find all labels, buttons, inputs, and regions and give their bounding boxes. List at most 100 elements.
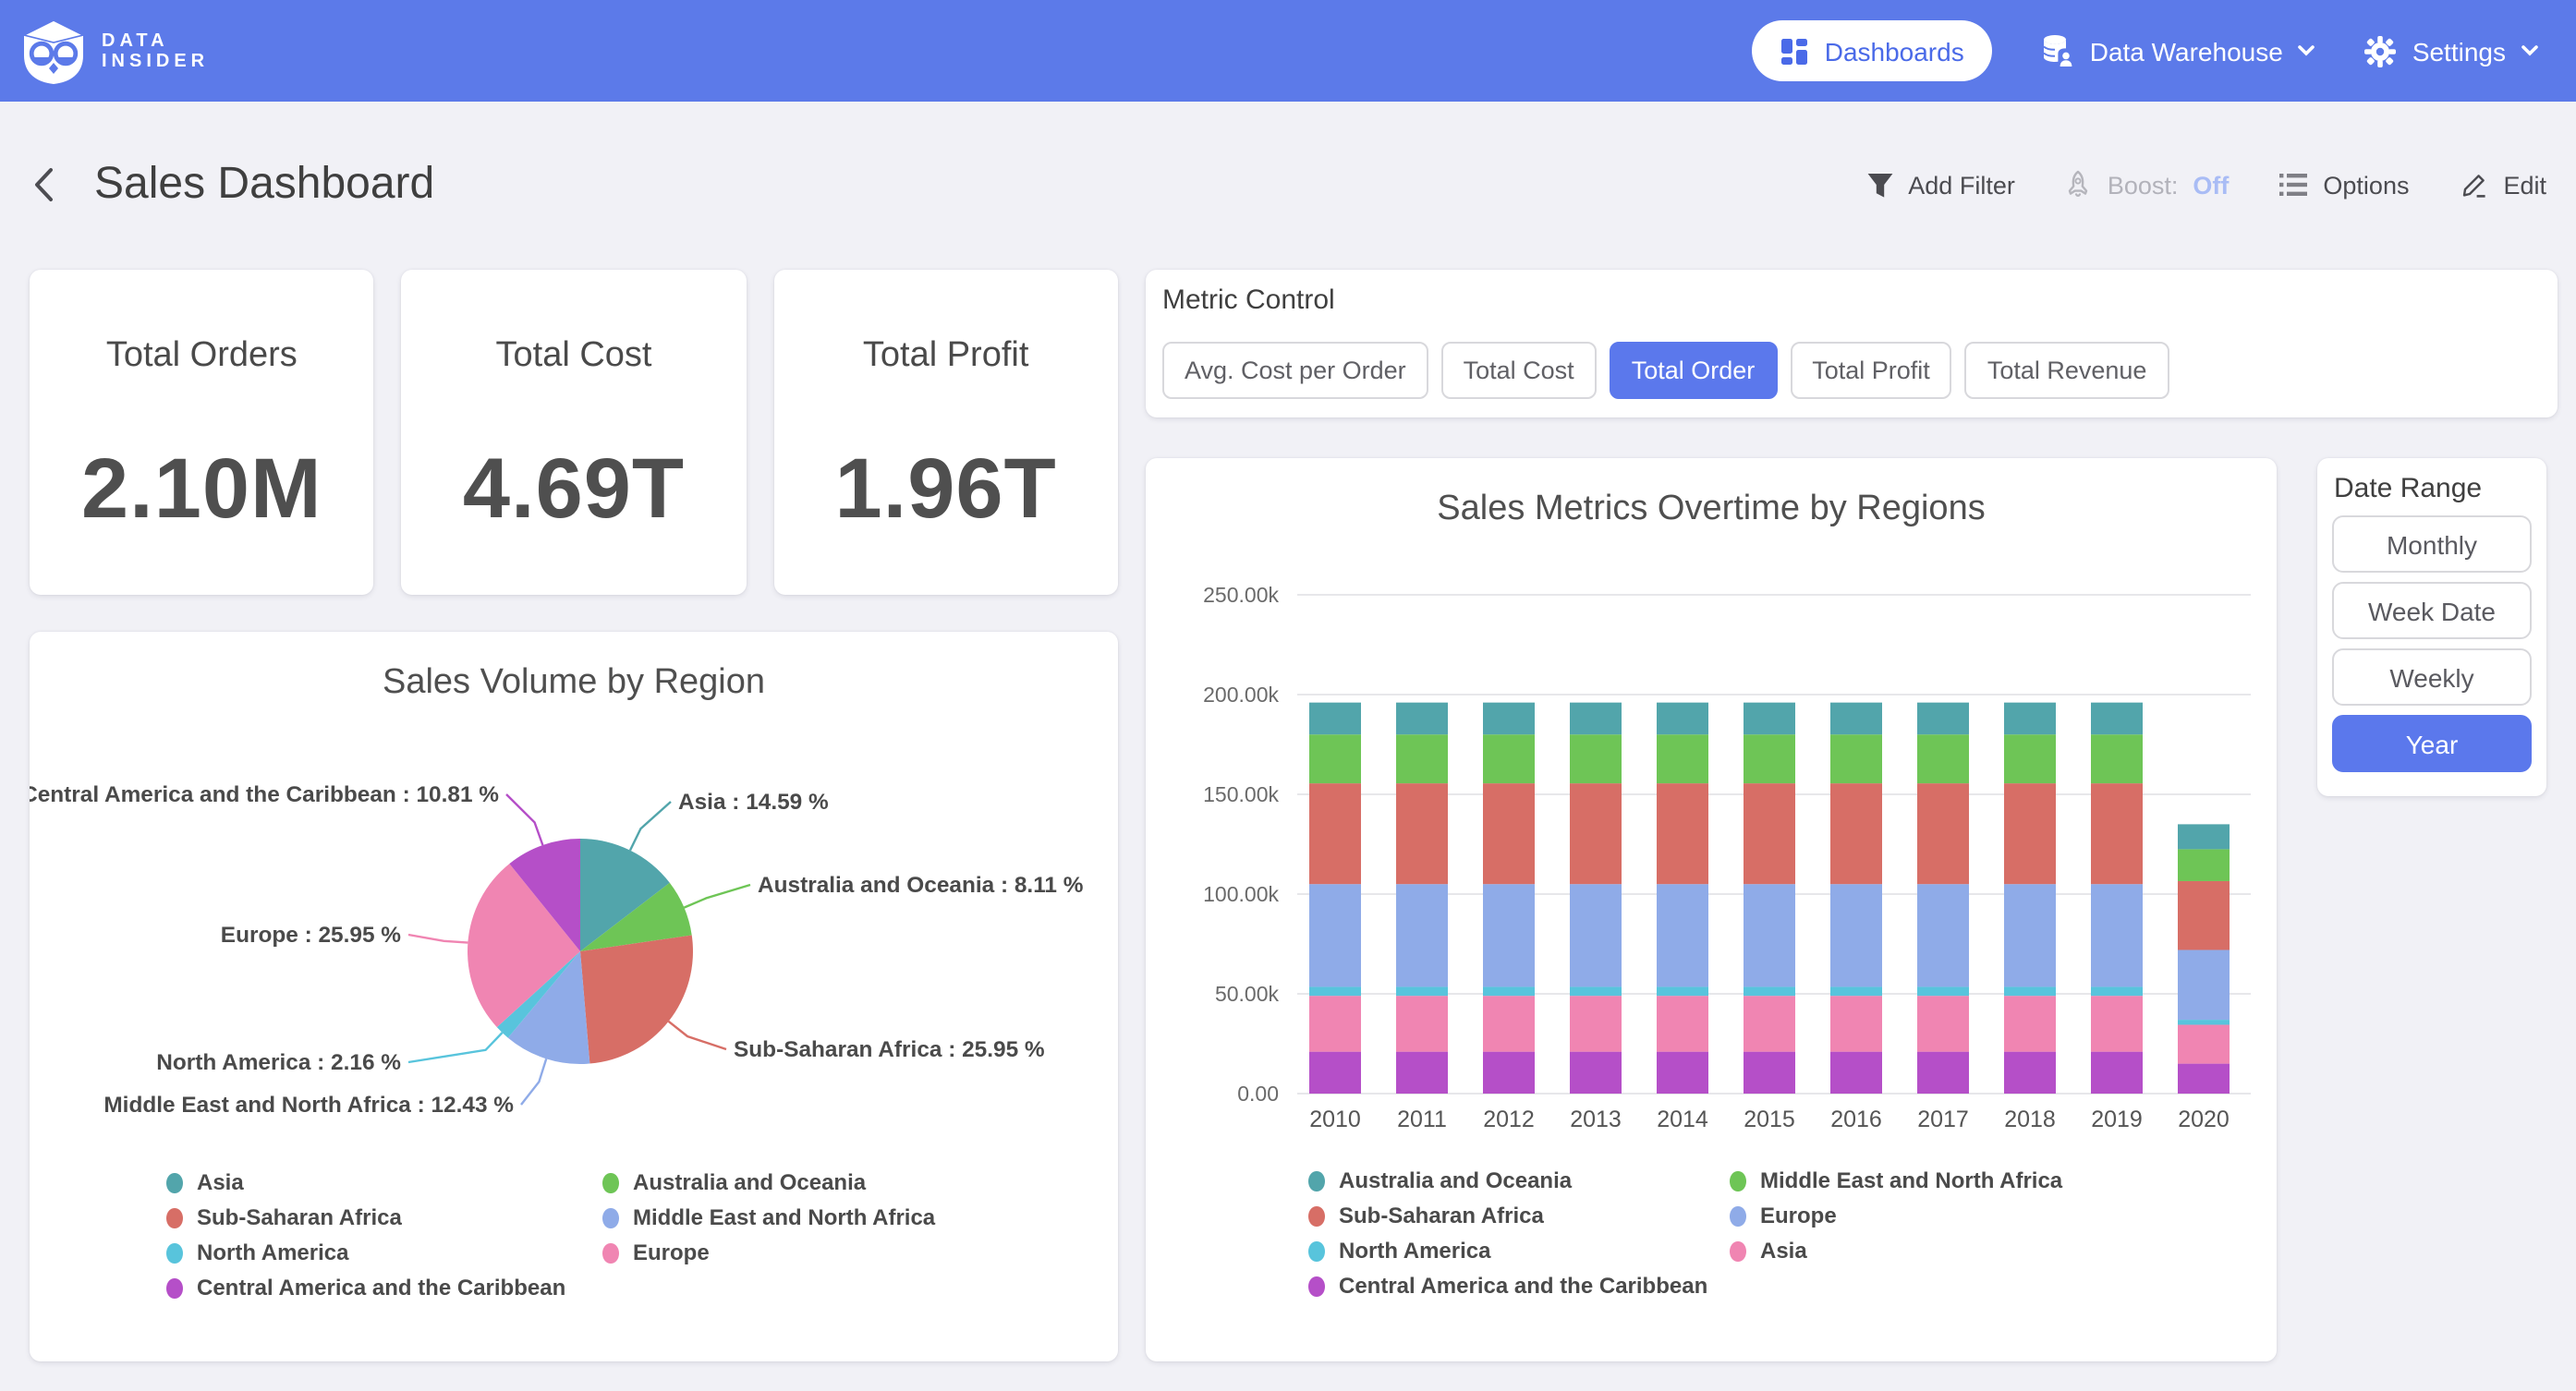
bar-segment-2013-central-america-and-the-caribbean[interactable] bbox=[1570, 1052, 1622, 1094]
legend-item-europe[interactable]: Europe bbox=[602, 1241, 935, 1264]
bar-segment-2012-australia-and-oceania[interactable] bbox=[1483, 703, 1535, 735]
brand-logo[interactable]: DATA INSIDER bbox=[22, 18, 209, 84]
legend-item-sub-saharan-africa[interactable]: Sub-Saharan Africa bbox=[1308, 1204, 1707, 1228]
bar-segment-2015-australia-and-oceania[interactable] bbox=[1744, 703, 1795, 735]
bar-segment-2018-europe[interactable] bbox=[2004, 884, 2056, 986]
bar-segment-2017-middle-east-and-north-africa[interactable] bbox=[1917, 734, 1969, 783]
legend-item-asia[interactable]: Asia bbox=[1730, 1240, 2062, 1263]
boost-button[interactable]: Boost: Off bbox=[2065, 170, 2230, 200]
bar-segment-2013-north-america[interactable] bbox=[1570, 986, 1622, 996]
bar-segment-2014-north-america[interactable] bbox=[1657, 986, 1708, 996]
metric-option-total-revenue[interactable]: Total Revenue bbox=[1965, 342, 2169, 399]
bar-segment-2019-central-america-and-the-caribbean[interactable] bbox=[2091, 1052, 2143, 1094]
bar-segment-2010-middle-east-and-north-africa[interactable] bbox=[1309, 734, 1361, 783]
edit-button[interactable]: Edit bbox=[2459, 170, 2546, 200]
bar-segment-2020-australia-and-oceania[interactable] bbox=[2178, 824, 2230, 849]
bar-segment-2019-europe[interactable] bbox=[2091, 884, 2143, 986]
bar-segment-2010-asia[interactable] bbox=[1309, 996, 1361, 1051]
legend-item-middle-east-and-north-africa[interactable]: Middle East and North Africa bbox=[1730, 1169, 2062, 1192]
bar-segment-2012-europe[interactable] bbox=[1483, 884, 1535, 986]
bar-segment-2011-north-america[interactable] bbox=[1396, 986, 1448, 996]
nav-data-warehouse[interactable]: Data Warehouse bbox=[2040, 33, 2316, 68]
bar-segment-2014-australia-and-oceania[interactable] bbox=[1657, 703, 1708, 735]
metric-option-avg-cost-per-order[interactable]: Avg. Cost per Order bbox=[1162, 342, 1428, 399]
metric-option-total-order[interactable]: Total Order bbox=[1610, 342, 1778, 399]
bar-segment-2011-sub-saharan-africa[interactable] bbox=[1396, 783, 1448, 884]
bar-segment-2013-australia-and-oceania[interactable] bbox=[1570, 703, 1622, 735]
legend-item-australia-and-oceania[interactable]: Australia and Oceania bbox=[1308, 1169, 1707, 1192]
bar-segment-2012-central-america-and-the-caribbean[interactable] bbox=[1483, 1052, 1535, 1094]
legend-item-north-america[interactable]: North America bbox=[1308, 1240, 1707, 1263]
bar-segment-2014-asia[interactable] bbox=[1657, 996, 1708, 1051]
date-range-option-year[interactable]: Year bbox=[2332, 715, 2532, 772]
bar-segment-2012-sub-saharan-africa[interactable] bbox=[1483, 783, 1535, 884]
bar-segment-2011-middle-east-and-north-africa[interactable] bbox=[1396, 734, 1448, 783]
legend-item-middle-east-and-north-africa[interactable]: Middle East and North Africa bbox=[602, 1206, 935, 1229]
bar-segment-2012-north-america[interactable] bbox=[1483, 986, 1535, 996]
bar-segment-2011-australia-and-oceania[interactable] bbox=[1396, 703, 1448, 735]
bar-segment-2010-north-america[interactable] bbox=[1309, 986, 1361, 996]
options-button[interactable]: Options bbox=[2278, 171, 2409, 199]
legend-item-australia-and-oceania[interactable]: Australia and Oceania bbox=[602, 1171, 935, 1194]
pie-slice-sub-saharan-africa[interactable] bbox=[580, 935, 693, 1063]
bar-segment-2016-asia[interactable] bbox=[1830, 996, 1882, 1051]
bar-segment-2011-asia[interactable] bbox=[1396, 996, 1448, 1051]
bar-segment-2020-europe[interactable] bbox=[2178, 950, 2230, 1020]
date-range-option-monthly[interactable]: Monthly bbox=[2332, 515, 2532, 573]
bar-segment-2014-sub-saharan-africa[interactable] bbox=[1657, 783, 1708, 884]
bar-segment-2019-australia-and-oceania[interactable] bbox=[2091, 703, 2143, 735]
bar-segment-2017-sub-saharan-africa[interactable] bbox=[1917, 783, 1969, 884]
bar-segment-2011-central-america-and-the-caribbean[interactable] bbox=[1396, 1052, 1448, 1094]
date-range-option-weekly[interactable]: Weekly bbox=[2332, 648, 2532, 706]
nav-dashboards[interactable]: Dashboards bbox=[1753, 20, 1992, 81]
bar-segment-2016-central-america-and-the-caribbean[interactable] bbox=[1830, 1052, 1882, 1094]
metric-option-total-profit[interactable]: Total Profit bbox=[1790, 342, 1952, 399]
bar-segment-2018-australia-and-oceania[interactable] bbox=[2004, 703, 2056, 735]
bar-segment-2018-sub-saharan-africa[interactable] bbox=[2004, 783, 2056, 884]
bar-segment-2013-middle-east-and-north-africa[interactable] bbox=[1570, 734, 1622, 783]
bar-segment-2016-sub-saharan-africa[interactable] bbox=[1830, 783, 1882, 884]
nav-settings[interactable]: Settings bbox=[2364, 34, 2539, 67]
bar-segment-2014-central-america-and-the-caribbean[interactable] bbox=[1657, 1052, 1708, 1094]
bar-segment-2013-sub-saharan-africa[interactable] bbox=[1570, 783, 1622, 884]
bar-segment-2018-middle-east-and-north-africa[interactable] bbox=[2004, 734, 2056, 783]
bar-segment-2017-asia[interactable] bbox=[1917, 996, 1969, 1051]
add-filter-button[interactable]: Add Filter bbox=[1865, 171, 2015, 199]
bar-segment-2010-europe[interactable] bbox=[1309, 884, 1361, 986]
legend-item-europe[interactable]: Europe bbox=[1730, 1204, 2062, 1228]
bar-segment-2020-sub-saharan-africa[interactable] bbox=[2178, 881, 2230, 950]
bar-segment-2019-sub-saharan-africa[interactable] bbox=[2091, 783, 2143, 884]
bar-segment-2015-north-america[interactable] bbox=[1744, 986, 1795, 996]
bar-segment-2018-central-america-and-the-caribbean[interactable] bbox=[2004, 1052, 2056, 1094]
bar-segment-2010-australia-and-oceania[interactable] bbox=[1309, 703, 1361, 735]
bar-segment-2017-north-america[interactable] bbox=[1917, 986, 1969, 996]
bar-segment-2015-europe[interactable] bbox=[1744, 884, 1795, 986]
bar-segment-2014-europe[interactable] bbox=[1657, 884, 1708, 986]
bar-segment-2018-asia[interactable] bbox=[2004, 996, 2056, 1051]
legend-item-north-america[interactable]: North America bbox=[166, 1241, 565, 1264]
bar-segment-2020-central-america-and-the-caribbean[interactable] bbox=[2178, 1064, 2230, 1094]
bar-segment-2020-asia[interactable] bbox=[2178, 1024, 2230, 1063]
bar-segment-2015-asia[interactable] bbox=[1744, 996, 1795, 1051]
bar-segment-2011-europe[interactable] bbox=[1396, 884, 1448, 986]
bar-segment-2018-north-america[interactable] bbox=[2004, 986, 2056, 996]
bar-segment-2012-middle-east-and-north-africa[interactable] bbox=[1483, 734, 1535, 783]
bar-segment-2017-europe[interactable] bbox=[1917, 884, 1969, 986]
date-range-option-week-date[interactable]: Week Date bbox=[2332, 582, 2532, 639]
bar-segment-2014-middle-east-and-north-africa[interactable] bbox=[1657, 734, 1708, 783]
bar-segment-2019-middle-east-and-north-africa[interactable] bbox=[2091, 734, 2143, 783]
bar-segment-2013-asia[interactable] bbox=[1570, 996, 1622, 1051]
legend-item-asia[interactable]: Asia bbox=[166, 1171, 565, 1194]
bar-segment-2017-central-america-and-the-caribbean[interactable] bbox=[1917, 1052, 1969, 1094]
metric-option-total-cost[interactable]: Total Cost bbox=[1441, 342, 1597, 399]
bar-segment-2016-north-america[interactable] bbox=[1830, 986, 1882, 996]
legend-item-central-america-and-the-caribbean[interactable]: Central America and the Caribbean bbox=[1308, 1275, 1707, 1298]
bar-segment-2012-asia[interactable] bbox=[1483, 996, 1535, 1051]
bar-segment-2020-north-america[interactable] bbox=[2178, 1020, 2230, 1024]
bar-segment-2010-sub-saharan-africa[interactable] bbox=[1309, 783, 1361, 884]
bar-segment-2015-sub-saharan-africa[interactable] bbox=[1744, 783, 1795, 884]
bar-segment-2016-middle-east-and-north-africa[interactable] bbox=[1830, 734, 1882, 783]
bar-segment-2015-middle-east-and-north-africa[interactable] bbox=[1744, 734, 1795, 783]
bar-segment-2013-europe[interactable] bbox=[1570, 884, 1622, 986]
bar-segment-2019-north-america[interactable] bbox=[2091, 986, 2143, 996]
